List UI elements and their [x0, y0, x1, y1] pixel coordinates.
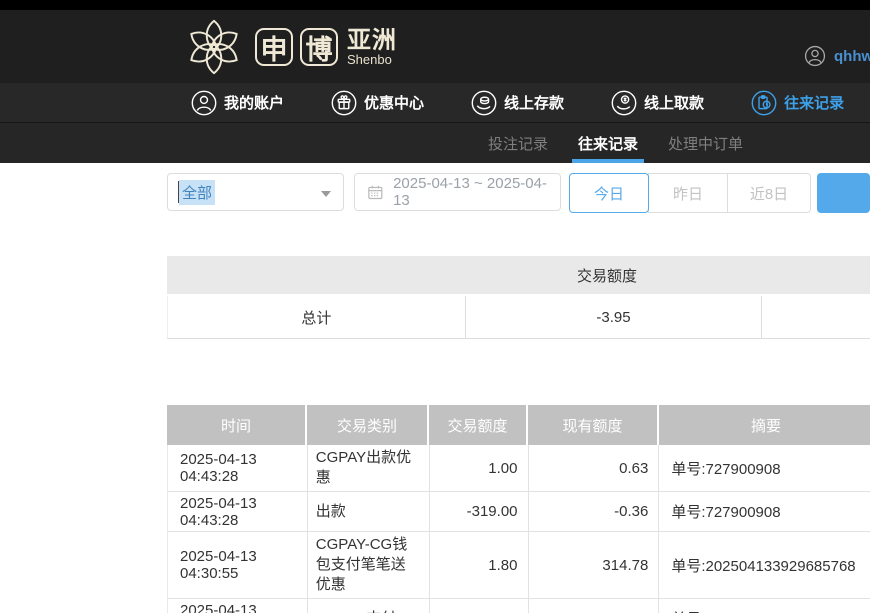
main-nav: 我的账户 优惠中心 线上存款 线上取款	[0, 83, 870, 122]
today-button[interactable]: 今日	[569, 173, 649, 213]
date-range-input[interactable]: 2025-04-13 ~ 2025-04-13	[354, 173, 561, 211]
cell-time: 2025-04-13 04:43:28	[168, 492, 308, 531]
table-row: 2025-04-13 04:30:55 CGPAY支付 300.00 312.9…	[167, 599, 870, 613]
tab-transaction-records[interactable]: 往来记录	[572, 123, 644, 163]
nav-item-promotions[interactable]: 优惠中心	[331, 90, 424, 116]
flower-logo-icon	[183, 16, 245, 78]
cell-balance: 0.63	[529, 445, 660, 491]
cell-amount: 1.80	[430, 532, 529, 598]
withdraw-hand-icon	[611, 90, 637, 116]
summary-header: 交易额度	[167, 256, 870, 296]
cell-type: CGPAY-CG钱包支付笔笔送优惠	[308, 532, 430, 598]
cell-summary: 单号:727900908	[659, 492, 870, 531]
cell-summary: 单号:202504133929685768	[659, 599, 870, 613]
nav-item-withdraw[interactable]: 线上取款	[611, 90, 704, 116]
summary-total-label: 总计	[168, 296, 466, 338]
brand-subtitle: Shenbo	[347, 53, 397, 67]
brand-region: 亚洲	[347, 28, 397, 53]
nav-label: 线上存款	[504, 92, 564, 113]
brand-logo[interactable]: 申 博 亚洲 Shenbo	[183, 16, 397, 78]
user-area[interactable]: qhhw	[804, 45, 870, 67]
cell-summary: 单号:202504133929685768	[659, 532, 870, 598]
nav-label: 我的账户	[224, 92, 284, 113]
summary-empty-cell	[762, 296, 870, 338]
table-row: 2025-04-13 04:43:28 CGPAY出款优惠 1.00 0.63 …	[167, 445, 870, 492]
nav-item-transaction-records[interactable]: 往来记录	[751, 90, 844, 116]
records-table: 时间 交易类别 交易额度 现有额度 摘要 2025-04-13 04:43:28…	[167, 405, 870, 613]
type-select[interactable]: 全部	[167, 173, 344, 211]
cell-type: 出款	[308, 492, 430, 531]
col-header-balance: 现有额度	[528, 405, 659, 445]
top-strip	[0, 0, 870, 10]
cell-time: 2025-04-13 04:30:55	[168, 599, 308, 613]
brand-char-box: 博	[300, 28, 338, 66]
nav-item-deposit[interactable]: 线上存款	[471, 90, 564, 116]
calendar-icon	[367, 184, 384, 201]
logo-bar: 申 博 亚洲 Shenbo qhhw	[0, 10, 870, 83]
tab-pending-orders[interactable]: 处理中订单	[662, 123, 749, 163]
user-avatar-icon	[804, 45, 826, 67]
gift-icon	[331, 90, 357, 116]
records-table-header: 时间 交易类别 交易额度 现有额度 摘要	[167, 405, 870, 445]
cell-type: CGPAY出款优惠	[308, 445, 430, 491]
brand-char-box: 申	[255, 28, 293, 66]
cell-summary: 单号:727900908	[659, 445, 870, 491]
cell-type: CGPAY支付	[308, 599, 430, 613]
col-header-type: 交易类别	[307, 405, 429, 445]
cell-time: 2025-04-13 04:30:55	[168, 532, 308, 598]
nav-item-my-account[interactable]: 我的账户	[191, 90, 284, 116]
cell-amount: -319.00	[430, 492, 529, 531]
cell-time: 2025-04-13 04:43:28	[168, 445, 308, 491]
yesterday-button[interactable]: 昨日	[648, 173, 728, 213]
cell-balance: 314.78	[529, 532, 660, 598]
cell-amount: 300.00	[430, 599, 529, 613]
deposit-hand-icon	[471, 90, 497, 116]
cell-amount: 1.00	[430, 445, 529, 491]
col-header-time: 时间	[167, 405, 307, 445]
records-clock-icon	[751, 90, 777, 116]
search-button[interactable]	[817, 173, 870, 213]
last-8-days-button[interactable]: 近8日	[727, 173, 811, 213]
table-row: 2025-04-13 04:43:28 出款 -319.00 -0.36 单号:…	[167, 492, 870, 532]
cell-balance: -0.36	[529, 492, 660, 531]
col-header-amount: 交易额度	[429, 405, 528, 445]
chevron-down-icon	[321, 191, 331, 197]
table-row: 2025-04-13 04:30:55 CGPAY-CG钱包支付笔笔送优惠 1.…	[167, 532, 870, 599]
date-range-value: 2025-04-13 ~ 2025-04-13	[393, 175, 560, 209]
nav-label: 线上取款	[644, 92, 704, 113]
filter-row: 全部 2025-04-13 ~ 2025-04-13 今日 昨日 近8日	[167, 173, 870, 213]
type-select-value: 全部	[179, 180, 215, 205]
col-header-summary: 摘要	[659, 405, 870, 445]
sub-tab-bar: 投注记录 往来记录 处理中订单	[0, 122, 870, 163]
summary-total-value: -3.95	[466, 296, 763, 338]
quick-date-buttons: 今日 昨日 近8日	[569, 173, 811, 213]
user-circle-icon	[191, 90, 217, 116]
summary-total-row: 总计 -3.95	[167, 296, 870, 339]
nav-label: 往来记录	[784, 92, 844, 113]
nav-label: 优惠中心	[364, 92, 424, 113]
username[interactable]: qhhw	[834, 48, 870, 65]
cell-balance: 312.98	[529, 599, 660, 613]
tab-bet-records[interactable]: 投注记录	[482, 123, 554, 163]
page-content: 全部 2025-04-13 ~ 2025-04-13 今日 昨日 近8日 交易额…	[0, 173, 870, 613]
summary-table: 交易额度 总计 -3.95	[167, 256, 870, 339]
